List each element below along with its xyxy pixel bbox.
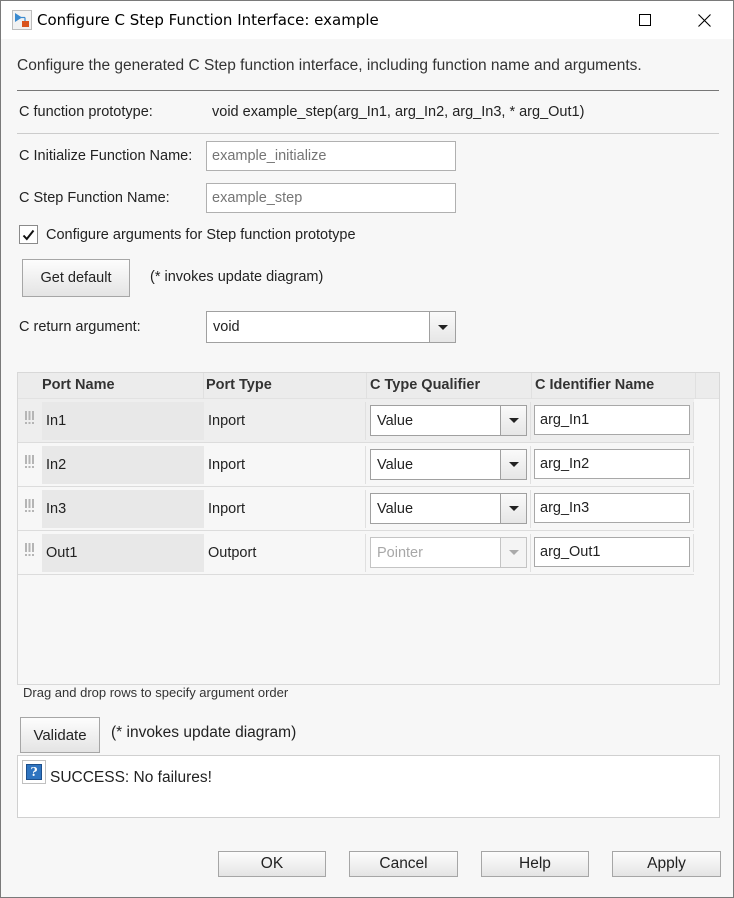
help-icon: ? — [22, 760, 46, 784]
ok-button[interactable]: OK — [218, 851, 326, 877]
simulink-app-icon — [12, 10, 32, 30]
identifier-name-cell: arg_Out1 — [532, 534, 694, 572]
column-divider — [366, 373, 367, 399]
table-row[interactable]: In3 Inport Value arg_In3 — [18, 487, 694, 531]
cancel-button[interactable]: Cancel — [349, 851, 458, 877]
type-qualifier-dropdown[interactable]: Value — [370, 405, 527, 436]
column-header-port-type[interactable]: Port Type — [206, 377, 272, 393]
configure-arguments-checkbox[interactable] — [19, 225, 38, 244]
column-header-identifier-name[interactable]: C Identifier Name — [535, 377, 654, 393]
column-divider — [531, 373, 532, 399]
identifier-name-input[interactable]: arg_In3 — [534, 493, 690, 523]
apply-button[interactable]: Apply — [612, 851, 721, 877]
chevron-down-icon — [508, 462, 519, 467]
validation-message: SUCCESS: No failures! — [50, 769, 212, 786]
port-name-cell: Out1 — [42, 534, 204, 572]
dropdown-arrow-button[interactable] — [500, 406, 526, 435]
title-bar: Configure C Step Function Interface: exa… — [1, 1, 733, 39]
chevron-down-icon — [508, 506, 519, 511]
port-name-cell: In3 — [42, 490, 204, 528]
identifier-name-cell: arg_In3 — [532, 490, 694, 528]
validation-message-box: ? SUCCESS: No failures! — [17, 755, 720, 818]
return-argument-value: void — [213, 319, 240, 335]
type-qualifier-cell: Value — [367, 446, 531, 484]
identifier-name-cell: arg_In2 — [532, 446, 694, 484]
close-icon — [697, 13, 711, 27]
identifier-name-input[interactable]: arg_In2 — [534, 449, 690, 479]
port-type-cell: Inport — [204, 490, 366, 528]
drag-handle-icon[interactable] — [25, 499, 34, 513]
get-default-note: (* invokes update diagram) — [150, 269, 324, 285]
type-qualifier-cell: Value — [367, 490, 531, 528]
type-qualifier-dropdown[interactable]: Value — [370, 493, 527, 524]
port-type-cell: Inport — [204, 446, 366, 484]
checkmark-icon — [22, 229, 35, 241]
help-icon-glyph: ? — [26, 764, 42, 780]
table-header: Port Name Port Type C Type Qualifier C I… — [18, 373, 719, 399]
init-function-name-label: C Initialize Function Name: — [19, 148, 193, 164]
drag-handle-icon[interactable] — [25, 543, 34, 557]
dropdown-arrow-button[interactable] — [500, 450, 526, 479]
prototype-label: C function prototype: — [19, 104, 153, 120]
drag-handle-icon[interactable] — [25, 455, 34, 469]
type-qualifier-value: Value — [377, 457, 414, 473]
divider — [17, 133, 719, 134]
step-function-name-label: C Step Function Name: — [19, 190, 170, 206]
type-qualifier-value: Value — [377, 501, 414, 517]
type-qualifier-value: Pointer — [377, 545, 423, 561]
type-qualifier-dropdown: Pointer — [370, 537, 527, 568]
return-argument-dropdown[interactable]: void — [206, 311, 456, 343]
validate-note: (* invokes update diagram) — [111, 724, 297, 741]
close-button[interactable] — [681, 1, 727, 39]
identifier-name-cell: arg_In1 — [532, 402, 694, 440]
return-argument-label: C return argument: — [19, 319, 141, 335]
step-function-name-input[interactable] — [206, 183, 456, 213]
port-type-cell: Outport — [204, 534, 366, 572]
chevron-down-icon — [508, 418, 519, 423]
maximize-icon — [639, 14, 651, 26]
table-row[interactable]: Out1 Outport Pointer arg_Out1 — [18, 531, 694, 575]
get-default-button[interactable]: Get default — [22, 259, 130, 297]
type-qualifier-cell: Pointer — [367, 534, 531, 572]
prototype-value: void example_step(arg_In1, arg_In2, arg_… — [212, 104, 585, 120]
identifier-name-input[interactable]: arg_Out1 — [534, 537, 690, 567]
window-title: Configure C Step Function Interface: exa… — [37, 11, 379, 29]
column-header-type-qualifier[interactable]: C Type Qualifier — [370, 377, 480, 393]
identifier-name-input[interactable]: arg_In1 — [534, 405, 690, 435]
divider — [17, 90, 719, 91]
drag-drop-hint: Drag and drop rows to specify argument o… — [23, 685, 289, 700]
dropdown-arrow-button — [500, 538, 526, 567]
port-name-cell: In2 — [42, 446, 204, 484]
dropdown-arrow-button[interactable] — [429, 312, 455, 342]
column-divider — [695, 373, 696, 399]
dialog-description: Configure the generated C Step function … — [17, 57, 642, 74]
arguments-table: Port Name Port Type C Type Qualifier C I… — [17, 372, 720, 685]
validate-button[interactable]: Validate — [20, 717, 100, 753]
drag-handle-icon[interactable] — [25, 411, 34, 425]
dropdown-arrow-button[interactable] — [500, 494, 526, 523]
table-row[interactable]: In1 Inport Value arg_In1 — [18, 399, 694, 443]
minimize-button[interactable] — [576, 1, 622, 39]
init-function-name-input[interactable] — [206, 141, 456, 171]
dialog-window: Configure C Step Function Interface: exa… — [0, 0, 734, 898]
type-qualifier-cell: Value — [367, 402, 531, 440]
chevron-down-icon — [437, 324, 448, 330]
type-qualifier-value: Value — [377, 413, 414, 429]
chevron-down-icon — [508, 550, 519, 555]
type-qualifier-dropdown[interactable]: Value — [370, 449, 527, 480]
help-button[interactable]: Help — [481, 851, 589, 877]
table-row[interactable]: In2 Inport Value arg_In2 — [18, 443, 694, 487]
column-divider — [203, 373, 204, 399]
configure-arguments-label: Configure arguments for Step function pr… — [46, 227, 356, 243]
port-name-cell: In1 — [42, 402, 204, 440]
maximize-button[interactable] — [622, 1, 668, 39]
port-type-cell: Inport — [204, 402, 366, 440]
column-header-port-name[interactable]: Port Name — [42, 377, 115, 393]
